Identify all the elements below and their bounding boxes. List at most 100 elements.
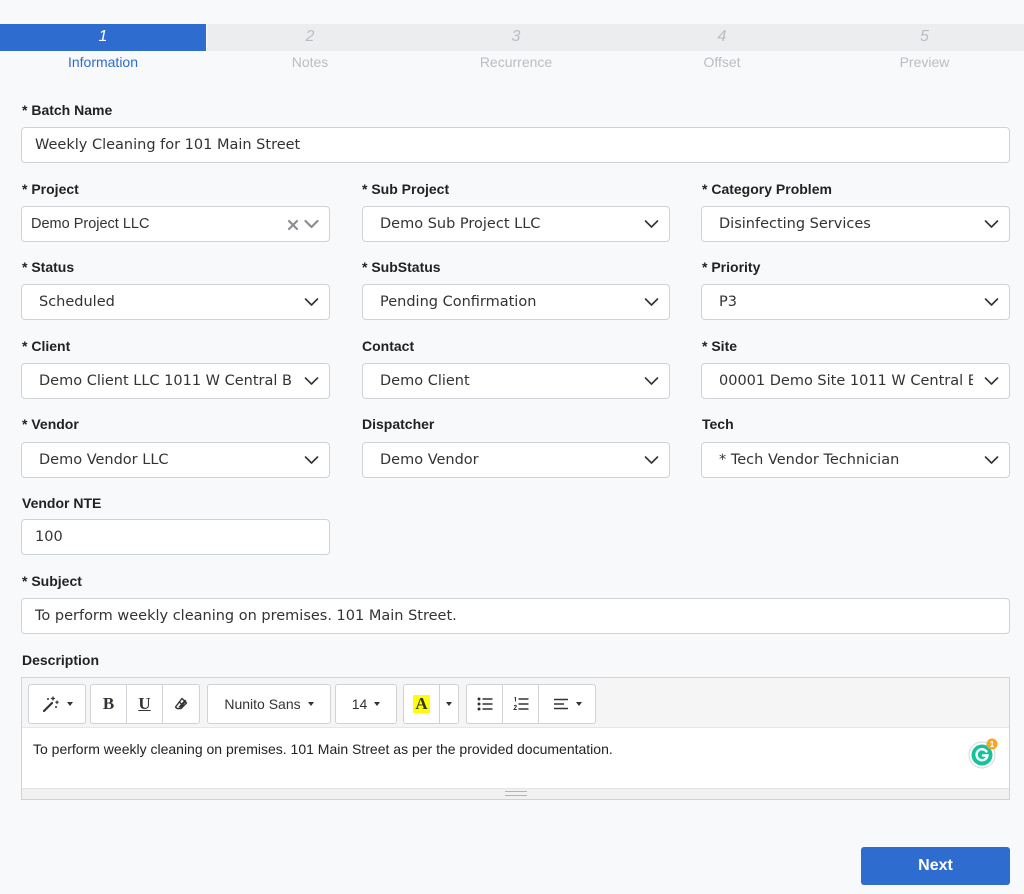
step-offset[interactable]: 4 Offset: [619, 24, 825, 72]
subject-input[interactable]: To perform weekly cleaning on premises. …: [21, 598, 1010, 634]
magic-wand-icon: [42, 696, 59, 713]
font-family-value: Nunito Sans: [224, 696, 301, 712]
color-group: A: [403, 684, 459, 724]
tech-select[interactable]: * Tech Vendor Technician: [701, 442, 1010, 478]
style-button[interactable]: [29, 685, 85, 723]
editor-resize-handle[interactable]: [22, 788, 1009, 799]
step-label: Recurrence: [479, 54, 553, 70]
sub-project-select[interactable]: Demo Sub Project LLC: [362, 206, 670, 242]
chevron-down-icon: [644, 298, 659, 306]
unordered-list-button[interactable]: [467, 685, 503, 723]
batch-name-input[interactable]: Weekly Cleaning for 101 Main Street: [21, 127, 1010, 163]
dropdown-caret: [307, 702, 314, 706]
grammarly-icon[interactable]: 1: [967, 738, 999, 770]
font-family-group: Nunito Sans: [207, 684, 331, 724]
ordered-list-button[interactable]: [503, 685, 539, 723]
dispatcher-label: Dispatcher: [362, 416, 435, 432]
chevron-down-icon: [984, 377, 999, 385]
tech-label: Tech: [702, 416, 734, 432]
bold-button[interactable]: B: [91, 685, 127, 723]
step-label: Notes: [291, 54, 329, 70]
paragraph-group: [466, 684, 596, 724]
chevron-down-icon[interactable]: [304, 219, 319, 229]
chevron-down-icon: [304, 456, 319, 464]
category-problem-value: Disinfecting Services: [719, 216, 871, 232]
wizard-stepper: 1 Information 2 Notes 3 Recurrence 4 Off…: [0, 24, 1024, 72]
client-select[interactable]: Demo Client LLC 1011 W Central Blvd: [21, 363, 330, 399]
client-label: * Client: [22, 338, 71, 354]
chevron-down-icon: [644, 220, 659, 228]
font-size-group: 14: [335, 684, 397, 724]
tech-value: * Tech Vendor Technician: [719, 452, 900, 468]
font-family-dropdown[interactable]: Nunito Sans: [208, 685, 330, 723]
vendor-nte-input[interactable]: 100: [21, 519, 330, 555]
step-information[interactable]: 1 Information: [0, 24, 206, 72]
step-recurrence[interactable]: 3 Recurrence: [413, 24, 619, 72]
clear-format-button[interactable]: [163, 685, 199, 723]
chevron-down-icon: [644, 377, 659, 385]
align-left-icon: [553, 698, 568, 710]
site-value: 00001 Demo Site 1011 W Central Blvd: [719, 373, 973, 389]
subject-label: * Subject: [22, 573, 82, 589]
priority-select[interactable]: P3: [701, 284, 1010, 320]
step-notes[interactable]: 2 Notes: [207, 24, 413, 72]
project-select[interactable]: Demo Project LLC: [21, 206, 330, 242]
vendor-nte-label: Vendor NTE: [22, 495, 102, 511]
status-value: Scheduled: [39, 294, 115, 310]
substatus-label: * SubStatus: [362, 259, 441, 275]
status-label: * Status: [22, 259, 75, 275]
chevron-down-icon: [984, 220, 999, 228]
substatus-value: Pending Confirmation: [380, 294, 537, 310]
status-select[interactable]: Scheduled: [21, 284, 330, 320]
site-select[interactable]: 00001 Demo Site 1011 W Central Blvd: [701, 363, 1010, 399]
substatus-select[interactable]: Pending Confirmation: [362, 284, 670, 320]
unordered-list-icon: [477, 697, 492, 711]
dropdown-caret: [575, 702, 582, 706]
step-number: 4: [717, 28, 727, 45]
next-button[interactable]: Next: [861, 847, 1010, 885]
grip-icon: [505, 791, 527, 796]
dropdown-caret: [374, 702, 381, 706]
font-size-value: 14: [351, 696, 368, 712]
clear-icon[interactable]: [287, 219, 299, 231]
contact-select[interactable]: Demo Client: [362, 363, 670, 399]
chevron-down-icon: [644, 456, 659, 464]
style-group: [28, 684, 86, 724]
highlight-color-dropdown[interactable]: [440, 685, 458, 723]
contact-value: Demo Client: [380, 373, 470, 389]
underline-button[interactable]: U: [127, 685, 163, 723]
dropdown-caret: [66, 702, 73, 706]
ordered-list-icon: [512, 697, 528, 710]
step-label: Offset: [703, 54, 741, 70]
chevron-down-icon: [984, 298, 999, 306]
sub-project-label: * Sub Project: [362, 181, 450, 197]
vendor-select[interactable]: Demo Vendor LLC: [21, 442, 330, 478]
step-number: 1: [98, 28, 108, 45]
grammarly-count: 1: [990, 740, 995, 749]
priority-value: P3: [719, 294, 737, 310]
step-preview[interactable]: 5 Preview: [825, 24, 1024, 72]
highlight-color-label: A: [413, 694, 430, 713]
highlight-button[interactable]: A: [404, 685, 440, 723]
rich-text-editor: B U Nunito Sans 14 A To perform weekly c…: [21, 677, 1010, 800]
category-problem-label: * Category Problem: [702, 181, 832, 197]
vendor-nte-value: 100: [35, 529, 63, 545]
client-value: Demo Client LLC 1011 W Central Blvd: [39, 373, 293, 389]
batch-name-value: Weekly Cleaning for 101 Main Street: [35, 137, 301, 153]
description-text[interactable]: To perform weekly cleaning on premises. …: [33, 741, 613, 757]
project-value: Demo Project LLC: [31, 216, 150, 232]
batch-name-label: * Batch Name: [22, 102, 113, 118]
format-group: B U: [90, 684, 200, 724]
dispatcher-select[interactable]: Demo Vendor: [362, 442, 670, 478]
dropdown-caret: [446, 702, 452, 706]
project-label: * Project: [22, 181, 79, 197]
vendor-label: * Vendor: [22, 416, 79, 432]
font-size-dropdown[interactable]: 14: [336, 685, 396, 723]
step-number: 2: [305, 28, 315, 45]
chevron-down-icon: [304, 377, 319, 385]
category-problem-select[interactable]: Disinfecting Services: [701, 206, 1010, 242]
align-dropdown[interactable]: [539, 685, 595, 723]
sub-project-value: Demo Sub Project LLC: [380, 216, 541, 232]
eraser-icon: [174, 697, 188, 710]
subject-value: To perform weekly cleaning on premises. …: [35, 608, 457, 624]
